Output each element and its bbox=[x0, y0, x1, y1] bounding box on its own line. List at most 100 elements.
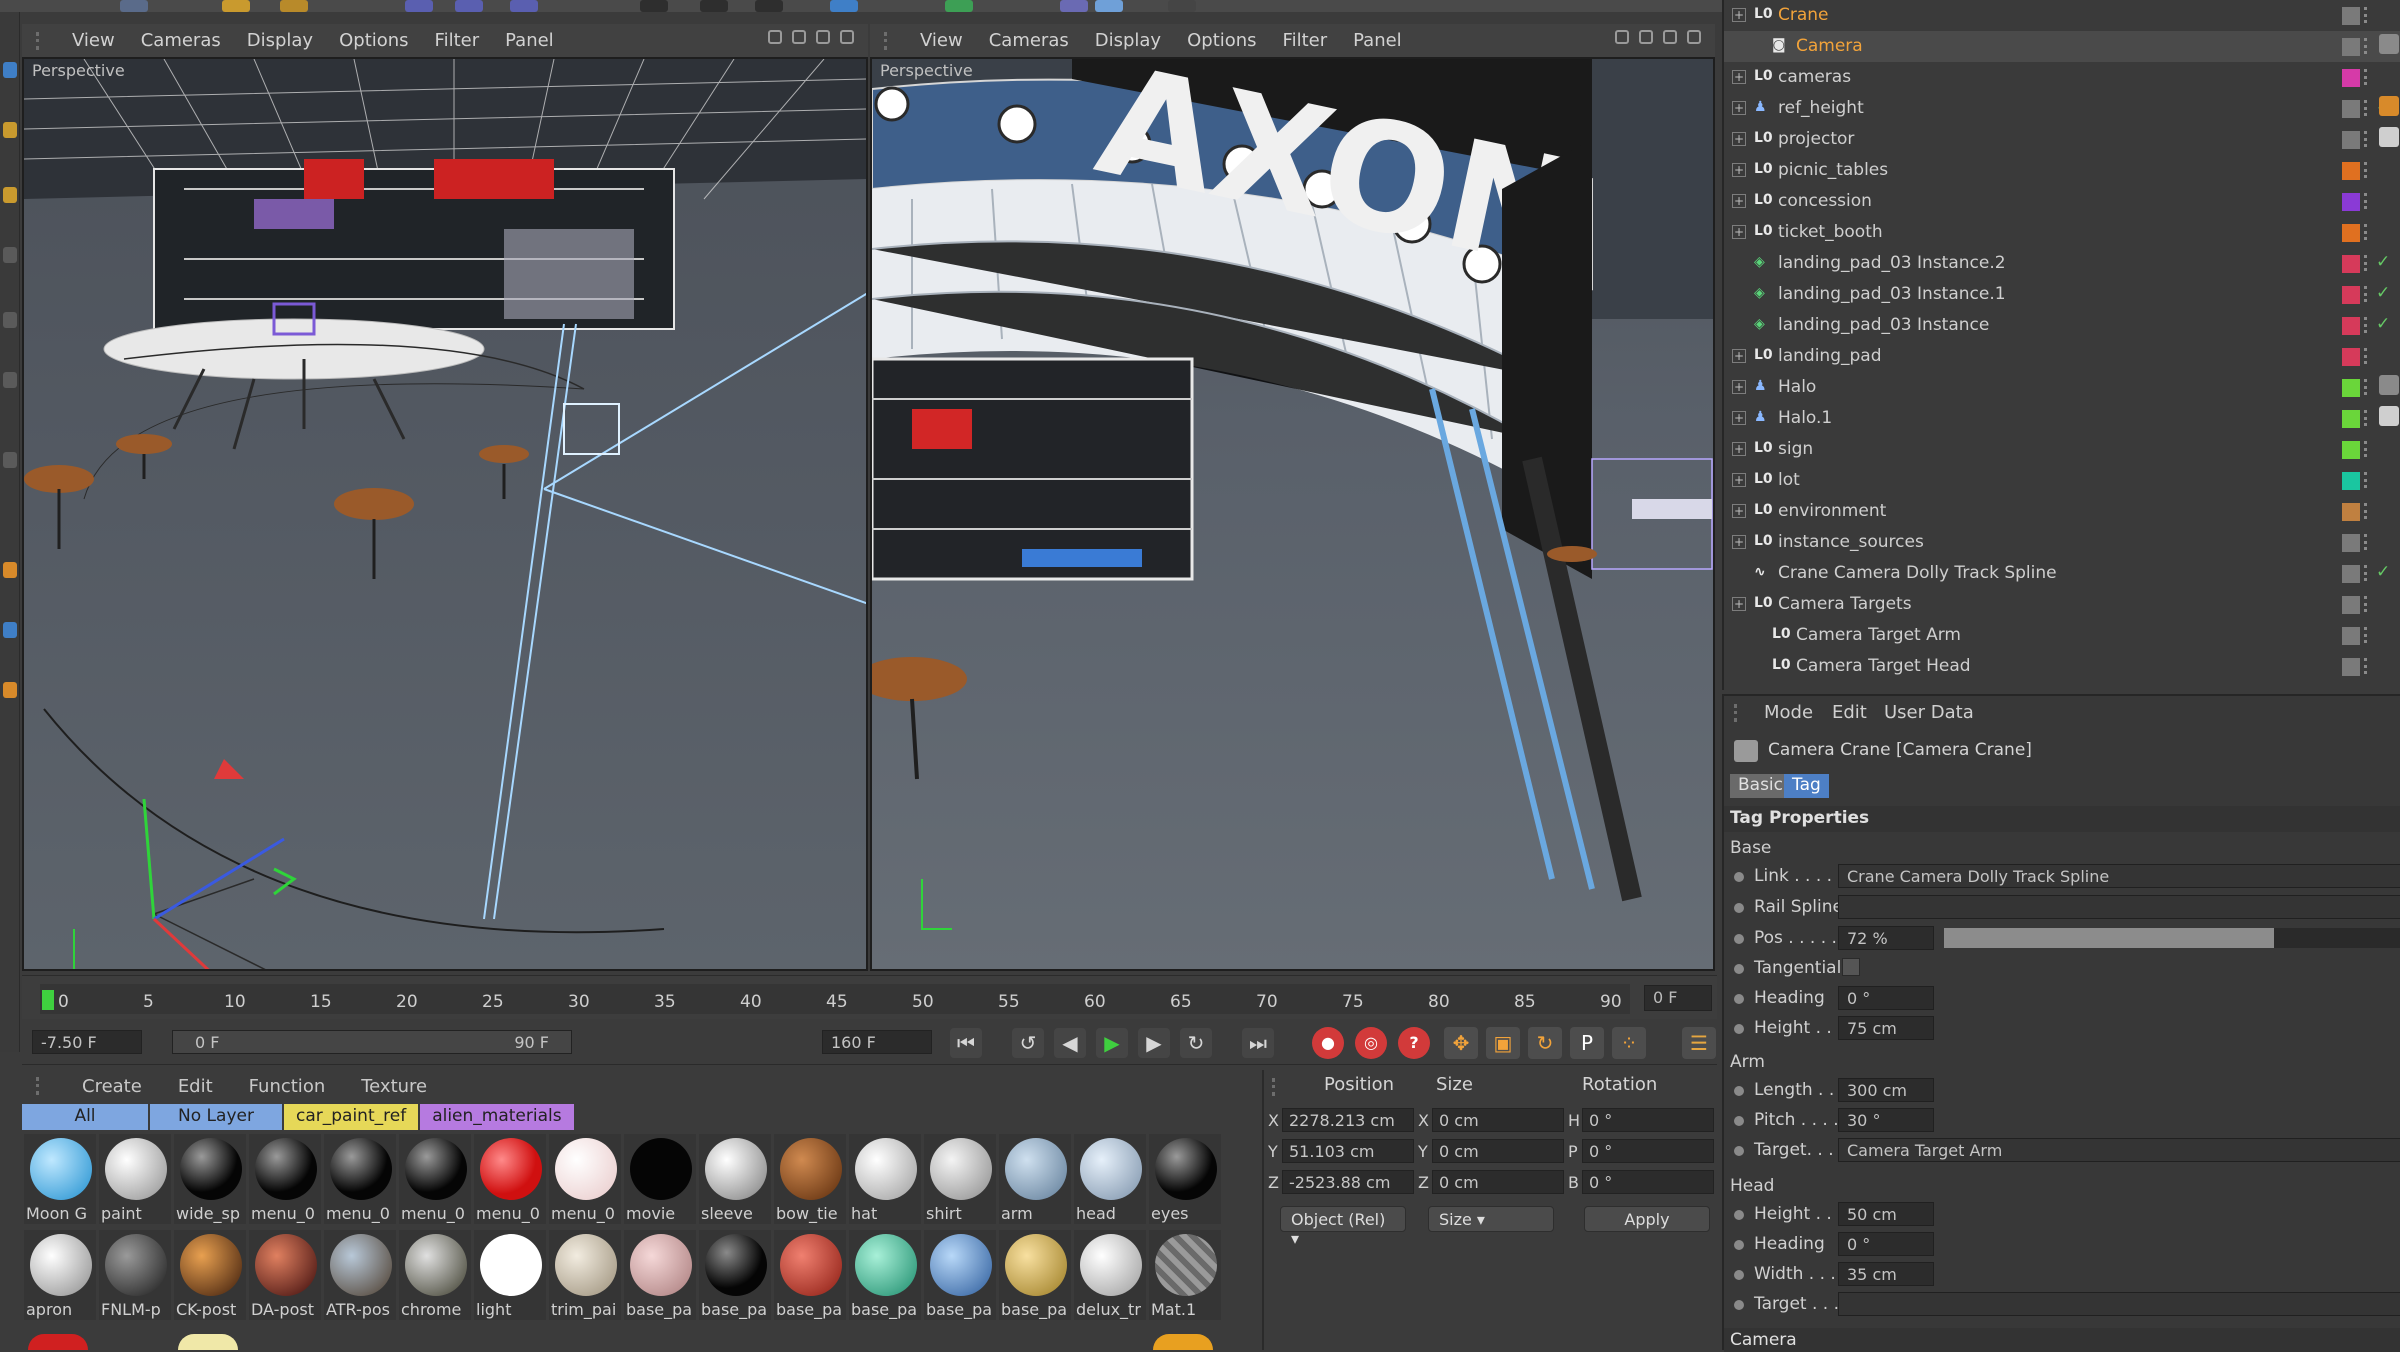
arm-pitch-field[interactable]: 30 ° bbox=[1838, 1108, 1934, 1132]
visibility-toggle-icon[interactable] bbox=[2364, 317, 2372, 333]
maximize-icon[interactable] bbox=[840, 30, 854, 44]
lock-icon[interactable] bbox=[3, 682, 17, 698]
param-dot-icon[interactable] bbox=[1734, 964, 1744, 974]
object-row[interactable]: + L0 Crane bbox=[1724, 0, 2400, 31]
snap-icon[interactable] bbox=[3, 562, 17, 578]
param-dot-icon[interactable] bbox=[1734, 903, 1744, 913]
tab-alien-materials[interactable]: alien_materials bbox=[420, 1104, 574, 1130]
layer-color-swatch[interactable] bbox=[2342, 627, 2360, 645]
layer-color-swatch[interactable] bbox=[2342, 596, 2360, 614]
autokey-icon[interactable]: ◎ bbox=[1355, 1027, 1387, 1059]
layer-color-swatch[interactable] bbox=[2342, 379, 2360, 397]
tangential-checkbox[interactable] bbox=[1842, 958, 1860, 976]
object-row[interactable]: + L0 Camera Targets bbox=[1724, 589, 2400, 620]
expand-icon[interactable]: + bbox=[1732, 349, 1746, 363]
object-row[interactable]: + L0 sign bbox=[1724, 434, 2400, 465]
workplane-icon[interactable] bbox=[3, 622, 17, 638]
expand-icon[interactable]: + bbox=[1732, 163, 1746, 177]
material-swatch[interactable]: wide_sp bbox=[174, 1134, 246, 1224]
rotate-view-icon[interactable] bbox=[816, 30, 830, 44]
layer-color-swatch[interactable] bbox=[2342, 658, 2360, 676]
previous-key-button[interactable]: ↺ bbox=[1012, 1028, 1044, 1058]
viewport-menu-panel[interactable]: Panel bbox=[1353, 30, 1402, 51]
arm-length-field[interactable]: 300 cm bbox=[1838, 1078, 1934, 1102]
play-button[interactable]: ▶ bbox=[1096, 1028, 1128, 1058]
expand-icon[interactable]: + bbox=[1732, 194, 1746, 208]
current-frame-field[interactable]: 0 F bbox=[1644, 985, 1712, 1011]
expand-icon[interactable]: + bbox=[1732, 504, 1746, 518]
layer-color-swatch[interactable] bbox=[2342, 100, 2360, 118]
material-swatch[interactable]: chrome bbox=[399, 1230, 471, 1320]
visibility-toggle-icon[interactable] bbox=[2364, 379, 2372, 395]
tab-no-layer[interactable]: No Layer bbox=[150, 1104, 282, 1130]
expand-icon[interactable]: + bbox=[1732, 132, 1746, 146]
viewport-menu-filter[interactable]: Filter bbox=[1283, 30, 1328, 51]
object-tag-icon[interactable] bbox=[2379, 406, 2399, 426]
expand-icon[interactable]: + bbox=[1732, 70, 1746, 84]
viewport-menu-view[interactable]: View bbox=[72, 30, 115, 51]
layer-color-swatch[interactable] bbox=[2342, 7, 2360, 25]
texture-mode-icon[interactable] bbox=[3, 122, 17, 138]
expand-icon[interactable]: + bbox=[1732, 225, 1746, 239]
arm-target-field[interactable]: Camera Target Arm bbox=[1838, 1138, 2400, 1162]
param-dot-icon[interactable] bbox=[1734, 1024, 1744, 1034]
visibility-toggle-icon[interactable] bbox=[2364, 69, 2372, 85]
param-dot-icon[interactable] bbox=[1734, 1116, 1744, 1126]
object-row[interactable]: + L0 instance_sources bbox=[1724, 527, 2400, 558]
link-field[interactable]: Crane Camera Dolly Track Spline bbox=[1838, 864, 2400, 888]
viewport-right[interactable]: Perspective AXON bbox=[870, 57, 1715, 971]
go-to-start-button[interactable]: ⏮ bbox=[950, 1028, 982, 1058]
expand-icon[interactable]: + bbox=[1732, 597, 1746, 611]
timeline-menu-icon[interactable]: ☰ bbox=[1682, 1027, 1716, 1059]
rotation-h-field[interactable]: 0 ° bbox=[1582, 1108, 1714, 1132]
viewport-menu-view[interactable]: View bbox=[920, 30, 963, 51]
heading-field[interactable]: 0 ° bbox=[1838, 986, 1934, 1010]
cube-icon[interactable] bbox=[830, 0, 858, 12]
tab-tag[interactable]: Tag bbox=[1784, 774, 1829, 798]
viewport-menu-display[interactable]: Display bbox=[1095, 30, 1161, 51]
edges-mode-icon[interactable] bbox=[3, 247, 17, 263]
object-row[interactable]: L0 Camera Target Arm bbox=[1724, 620, 2400, 651]
object-row[interactable]: + L0 landing_pad bbox=[1724, 341, 2400, 372]
material-swatch[interactable]: menu_0 bbox=[399, 1134, 471, 1224]
object-tag-icon[interactable] bbox=[2379, 96, 2399, 116]
position-y-field[interactable]: 51.103 cm bbox=[1282, 1139, 1414, 1163]
visibility-toggle-icon[interactable] bbox=[2364, 224, 2372, 240]
material-menu-texture[interactable]: Texture bbox=[361, 1076, 427, 1097]
layer-color-swatch[interactable] bbox=[2342, 565, 2360, 583]
viewport-menu-cameras[interactable]: Cameras bbox=[989, 30, 1069, 51]
expand-icon[interactable]: + bbox=[1732, 101, 1746, 115]
material-swatch[interactable]: delux_tr bbox=[1074, 1230, 1146, 1320]
tweak-mode-icon[interactable] bbox=[3, 452, 17, 468]
material-swatch[interactable]: menu_0 bbox=[324, 1134, 396, 1224]
enabled-check-icon[interactable]: ✓ bbox=[2376, 314, 2390, 334]
object-row[interactable]: + L0 environment bbox=[1724, 496, 2400, 527]
material-menu-edit[interactable]: Edit bbox=[178, 1076, 213, 1097]
layer-color-swatch[interactable] bbox=[2342, 410, 2360, 428]
attr-menu-edit[interactable]: Edit bbox=[1832, 702, 1867, 723]
visibility-toggle-icon[interactable] bbox=[2364, 131, 2372, 147]
object-row[interactable]: +♟ref_height✓ bbox=[1724, 93, 2400, 124]
viewport-menu-panel[interactable]: Panel bbox=[505, 30, 554, 51]
layer-color-swatch[interactable] bbox=[2342, 255, 2360, 273]
object-row[interactable]: ◙ Camera bbox=[1724, 31, 2400, 62]
polygons-mode-icon[interactable] bbox=[3, 312, 17, 328]
visibility-toggle-icon[interactable] bbox=[2364, 658, 2372, 674]
render-view-icon[interactable] bbox=[640, 0, 668, 12]
object-tag-icon[interactable] bbox=[2379, 34, 2399, 54]
visibility-toggle-icon[interactable] bbox=[2364, 38, 2372, 54]
scale-tool-icon[interactable] bbox=[222, 0, 250, 12]
height-field[interactable]: 75 cm bbox=[1838, 1016, 1934, 1040]
layer-color-swatch[interactable] bbox=[2342, 286, 2360, 304]
param-dot-icon[interactable] bbox=[1734, 1270, 1744, 1280]
render-icon[interactable] bbox=[700, 0, 728, 12]
tab-all[interactable]: All bbox=[22, 1104, 148, 1130]
camera-tool-icon[interactable] bbox=[1168, 0, 1196, 12]
pos-field[interactable]: 72 % bbox=[1838, 926, 1934, 950]
visibility-toggle-icon[interactable] bbox=[2364, 162, 2372, 178]
material-swatch[interactable]: trim_pai bbox=[549, 1230, 621, 1320]
enabled-check-icon[interactable]: ✓ bbox=[2376, 562, 2390, 582]
nurbs-icon[interactable] bbox=[945, 0, 973, 12]
axis-x-icon[interactable] bbox=[405, 0, 433, 12]
pan-icon[interactable] bbox=[768, 30, 782, 44]
